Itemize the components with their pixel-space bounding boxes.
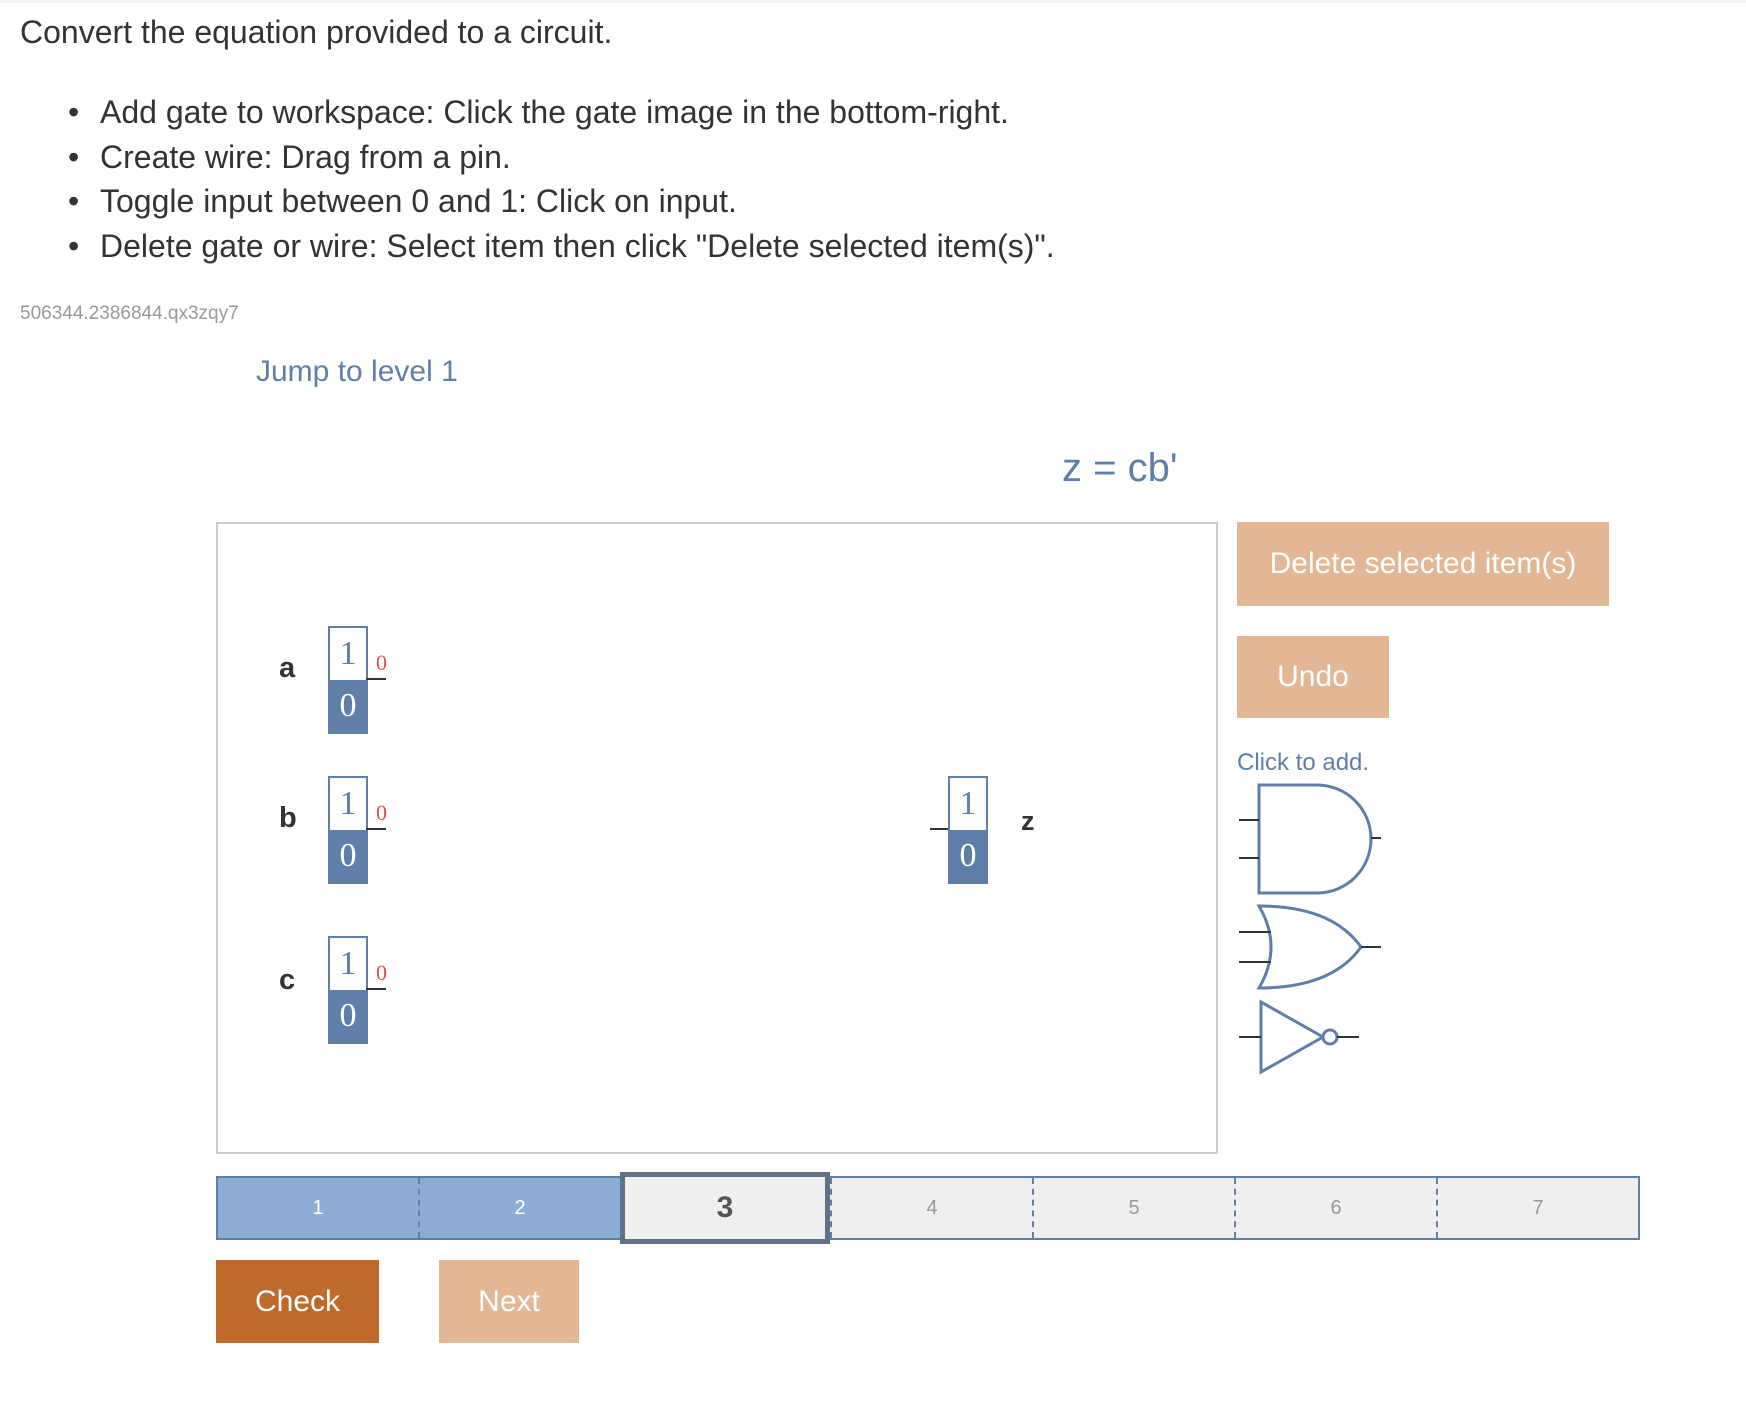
and-gate-icon[interactable] bbox=[1237, 780, 1383, 896]
check-button[interactable]: Check bbox=[216, 1260, 379, 1343]
jump-to-level-link[interactable]: Jump to level 1 bbox=[256, 355, 458, 389]
instructions-list: Add gate to workspace: Click the gate im… bbox=[68, 90, 1055, 269]
instruction-item: Create wire: Drag from a pin. bbox=[68, 135, 1055, 180]
instruction-item: Delete gate or wire: Select item then cl… bbox=[68, 224, 1055, 269]
level-segment-7: 7 bbox=[1436, 1178, 1638, 1238]
toggle-bottom-value: 0 bbox=[330, 830, 366, 882]
toggle-top-value: 1 bbox=[339, 785, 357, 822]
level-segment-2[interactable]: 2 bbox=[418, 1178, 620, 1238]
level-segment-4: 4 bbox=[830, 1178, 1032, 1238]
toggle-bottom-value: 0 bbox=[330, 990, 366, 1042]
input-c-pin[interactable] bbox=[366, 988, 386, 990]
input-c-toggle[interactable]: 1 0 bbox=[328, 936, 368, 1044]
input-c-label: c bbox=[279, 964, 296, 996]
input-b-toggle[interactable]: 1 0 bbox=[328, 776, 368, 884]
input-c-output: 0 bbox=[376, 960, 387, 985]
next-button[interactable]: Next bbox=[439, 1260, 579, 1343]
toggle-bottom-value: 0 bbox=[330, 680, 366, 732]
input-a-pin[interactable] bbox=[366, 678, 386, 680]
not-gate-icon[interactable] bbox=[1237, 998, 1363, 1078]
or-gate-icon[interactable] bbox=[1237, 902, 1383, 992]
output-z-label: z bbox=[1021, 806, 1035, 836]
level-segment-6: 6 bbox=[1234, 1178, 1436, 1238]
delete-selected-button[interactable]: Delete selected item(s) bbox=[1237, 522, 1609, 606]
instruction-item: Add gate to workspace: Click the gate im… bbox=[68, 90, 1055, 135]
instructions-intro: Convert the equation provided to a circu… bbox=[20, 14, 613, 50]
circuit-workspace[interactable]: a 1 0 0 b 1 0 0 c 1 0 0 1 0 z bbox=[216, 522, 1218, 1154]
input-a-output: 0 bbox=[376, 650, 387, 675]
output-z-display: 1 0 bbox=[948, 776, 988, 884]
click-to-add-label: Click to add. bbox=[1237, 749, 1370, 776]
level-segment-1[interactable]: 1 bbox=[218, 1178, 418, 1238]
level-segment-5: 5 bbox=[1032, 1178, 1234, 1238]
output-top-value: 1 bbox=[959, 785, 977, 822]
input-b-label: b bbox=[279, 802, 297, 834]
equation: z = cb' bbox=[1062, 446, 1178, 490]
input-a-toggle[interactable]: 1 0 bbox=[328, 626, 368, 734]
input-b-output: 0 bbox=[376, 800, 387, 825]
toggle-top-value: 1 bbox=[339, 635, 357, 672]
level-segment-3[interactable]: 3 bbox=[620, 1172, 830, 1244]
top-divider bbox=[0, 0, 1746, 3]
toggle-top-value: 1 bbox=[339, 945, 357, 982]
level-progress-bar: 1 2 3 4 5 6 7 bbox=[216, 1172, 1640, 1244]
instruction-item: Toggle input between 0 and 1: Click on i… bbox=[68, 179, 1055, 224]
undo-button[interactable]: Undo bbox=[1237, 636, 1389, 718]
output-bottom-value: 0 bbox=[950, 830, 986, 882]
input-b-pin[interactable] bbox=[366, 828, 386, 830]
input-a-label: a bbox=[279, 652, 296, 684]
activity-id: 506344.2386844.qx3zqy7 bbox=[20, 303, 239, 324]
